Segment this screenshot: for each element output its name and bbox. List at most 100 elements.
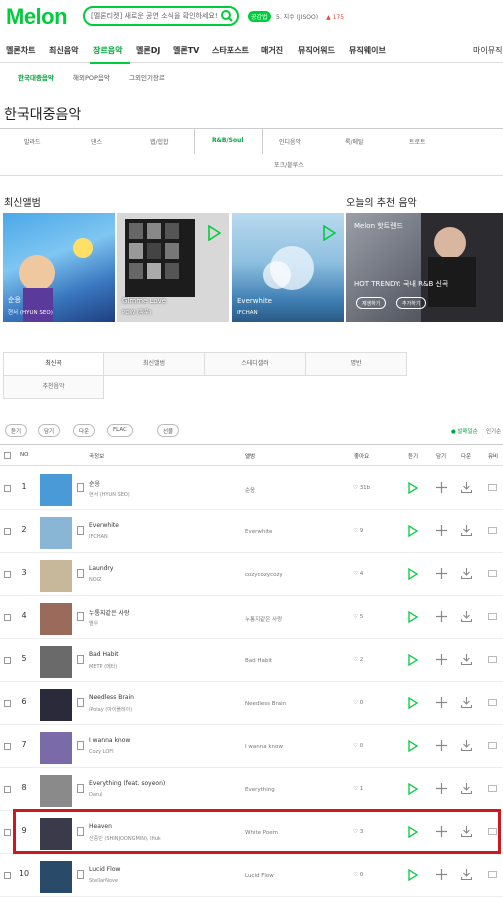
sort-popular[interactable]: 인기순 [486, 427, 501, 435]
song-info-icon[interactable] [77, 569, 84, 578]
song-artist[interactable]: NOIZ [89, 577, 102, 583]
add-icon[interactable] [436, 869, 447, 880]
add-icon[interactable] [436, 525, 447, 536]
play-icon[interactable] [408, 525, 418, 537]
album-cover[interactable] [40, 560, 72, 592]
nav-tv[interactable]: 멜론TV [173, 45, 199, 56]
play-icon[interactable] [408, 654, 418, 666]
row-checkbox[interactable] [4, 786, 11, 793]
album-cover[interactable] [40, 689, 72, 721]
play-icon[interactable] [408, 869, 418, 881]
nav-new[interactable]: 최신음악 [49, 45, 78, 56]
download-button[interactable]: 다운 [73, 424, 96, 437]
song-artist[interactable]: Darul [89, 792, 103, 798]
search-input[interactable]: [멜론티켓] 새로운 공연 소식을 확인하세요! [83, 6, 239, 26]
song-info-icon[interactable] [77, 784, 84, 793]
realtime-rank[interactable]: 5. 지수 (JISOO) ▲ 175 [276, 12, 344, 21]
play-icon[interactable] [322, 225, 336, 241]
like-button[interactable]: ♡ 1 [353, 786, 363, 792]
song-info-icon[interactable] [77, 612, 84, 621]
nav-chart[interactable]: 멜론차트 [6, 45, 35, 56]
download-icon[interactable] [461, 697, 472, 708]
like-button[interactable]: ♡ 4 [353, 571, 363, 577]
add-icon[interactable] [436, 654, 447, 665]
album-card[interactable]: 순응 현서 (HYUN SEO) [3, 213, 115, 322]
tab-classic[interactable]: 명반 [305, 352, 407, 376]
mv-icon[interactable] [488, 527, 497, 534]
add-icon[interactable] [436, 568, 447, 579]
song-info-icon[interactable] [77, 741, 84, 750]
row-checkbox[interactable] [4, 829, 11, 836]
melon-logo[interactable]: Melon [6, 4, 68, 30]
recommend-add-button[interactable]: 추가하기 [396, 297, 427, 309]
album-cover[interactable] [40, 732, 72, 764]
row-checkbox[interactable] [4, 700, 11, 707]
like-button[interactable]: ♡ 0 [353, 872, 363, 878]
song-album[interactable]: cozycozycozy [245, 572, 283, 578]
song-artist[interactable]: Cozy LOFI [89, 749, 114, 755]
table-row[interactable]: 2 Everwhite IFCHAN Everwhite ♡ 9 [0, 510, 503, 553]
mv-icon[interactable] [488, 570, 497, 577]
add-icon[interactable] [436, 740, 447, 751]
row-checkbox[interactable] [4, 614, 11, 621]
song-album[interactable]: Everything [245, 787, 275, 793]
row-checkbox[interactable] [4, 528, 11, 535]
table-row[interactable]: 1 순응 현서 (HYUN SEO) 순응 ♡ 31b [0, 467, 503, 510]
song-title[interactable]: Lucid Flow [89, 866, 120, 873]
song-title[interactable]: Bad Habit [89, 651, 119, 658]
download-icon[interactable] [461, 568, 472, 579]
mv-icon[interactable] [488, 699, 497, 706]
song-title[interactable]: Needless Brain [89, 694, 134, 701]
album-card[interactable]: Everwhite IFCHAN [232, 213, 344, 322]
song-artist[interactable]: StellarNove [89, 878, 118, 884]
song-artist[interactable]: 현서 (HYUN SEO) [89, 491, 130, 498]
genre-dance[interactable]: 댄스 [91, 137, 102, 146]
search-badge[interactable]: 공감법 [248, 11, 271, 22]
mv-icon[interactable] [488, 742, 497, 749]
tab-steady[interactable]: 스테디셀러 [204, 352, 306, 376]
play-icon[interactable] [408, 740, 418, 752]
song-title[interactable]: I wanna know [89, 737, 130, 744]
song-title[interactable]: 순응 [89, 479, 100, 488]
add-icon[interactable] [436, 783, 447, 794]
like-button[interactable]: ♡ 31b [353, 485, 370, 491]
search-icon[interactable] [220, 9, 234, 23]
add-icon[interactable] [436, 697, 447, 708]
flac-button[interactable]: FLAC [107, 424, 133, 437]
tab-latest-songs[interactable]: 최신곡 [3, 352, 104, 376]
sort-date[interactable]: ● 발매일순 [451, 427, 478, 435]
nav-mymusic[interactable]: 마이뮤직 [473, 45, 502, 56]
add-all-button[interactable]: 담기 [38, 424, 61, 437]
table-row[interactable]: 6 Needless Brain iPolay (아이폴레이) Needless Br… [0, 682, 503, 725]
like-button[interactable]: ♡ 5 [353, 614, 363, 620]
add-icon[interactable] [436, 482, 447, 493]
album-cover[interactable] [40, 861, 72, 893]
song-info-icon[interactable] [77, 698, 84, 707]
download-icon[interactable] [461, 611, 472, 622]
album-cover[interactable] [40, 646, 72, 678]
song-title[interactable]: 누통지같은 사랑 [89, 608, 130, 617]
genre-hiphop[interactable]: 랩/힙합 [150, 137, 169, 146]
row-checkbox[interactable] [4, 743, 11, 750]
row-checkbox[interactable] [4, 657, 11, 664]
table-row[interactable]: 7 I wanna know Cozy LOFI I wanna know ♡ 0 [0, 725, 503, 768]
download-icon[interactable] [461, 740, 472, 751]
add-icon[interactable] [436, 611, 447, 622]
song-album[interactable]: 순응 [245, 486, 255, 494]
album-cover[interactable] [40, 474, 72, 506]
download-icon[interactable] [461, 783, 472, 794]
recommend-card[interactable]: Melon 핫트렌드 HOT TRENDY: 국내 R&B 신곡 재생하기 추가… [346, 213, 503, 322]
mv-icon[interactable] [488, 871, 497, 878]
table-row[interactable]: 4 누통지같은 사랑 별우 누통지같은 사랑 ♡ 5 [0, 596, 503, 639]
nav-starpost[interactable]: 스타포스트 [212, 45, 249, 56]
like-button[interactable]: ♡ 0 [353, 700, 363, 706]
subnav-etc[interactable]: 그외인기장르 [129, 72, 165, 82]
like-button[interactable]: ♡ 2 [353, 657, 363, 663]
song-artist[interactable]: IFCHAN [89, 534, 108, 540]
song-info-icon[interactable] [77, 655, 84, 664]
play-icon[interactable] [408, 611, 418, 623]
table-row[interactable]: 10 Lucid Flow StellarNove Lucid Flow ♡ 0 [0, 854, 503, 897]
genre-indie[interactable]: 인디음악 [279, 137, 301, 146]
like-button[interactable]: ♡ 9 [353, 528, 363, 534]
row-checkbox[interactable] [4, 571, 11, 578]
